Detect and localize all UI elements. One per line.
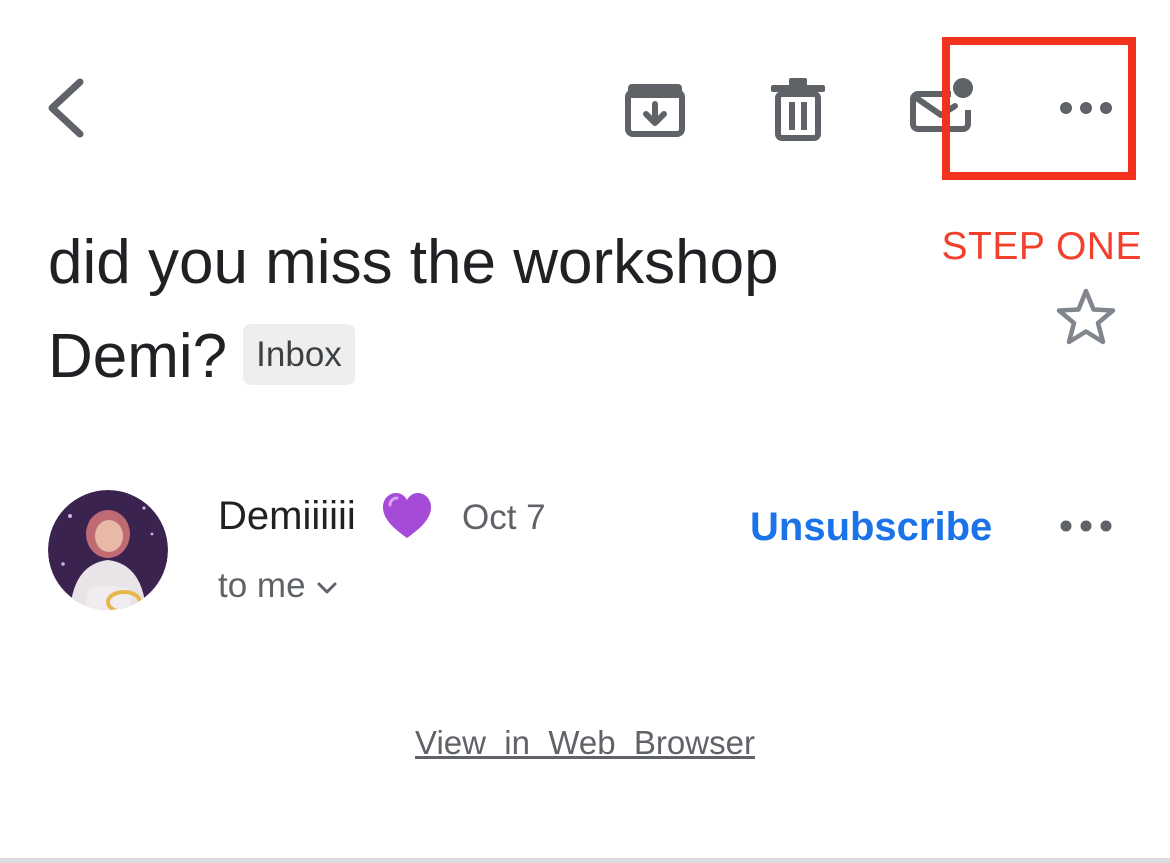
bottom-divider [0,858,1170,863]
recipient-details-toggle[interactable]: to me [218,566,338,606]
archive-button[interactable] [620,74,690,144]
unsubscribe-link[interactable]: Unsubscribe [750,505,992,550]
view-in-browser-text: View in Web Browser [415,724,755,761]
email-date: Oct 7 [462,498,546,537]
delete-button[interactable] [765,74,831,144]
message-more-button[interactable] [1056,510,1116,542]
sender-avatar[interactable] [48,490,168,610]
email-subject: did you miss the workshop Demi? Inbox [48,216,888,404]
step-highlight-box [942,37,1136,180]
back-icon [48,78,84,138]
back-button[interactable] [40,72,96,144]
purple-heart-icon [380,490,434,542]
trash-icon [771,78,825,141]
star-button[interactable] [1054,286,1118,350]
view-in-browser-link[interactable]: View in Web Browser [0,724,1170,762]
step-label: STEP ONE [941,225,1142,268]
archive-icon [625,84,685,137]
subject-text: did you miss the workshop Demi? [48,228,779,391]
star-icon [1056,288,1116,345]
more-options-icon [1060,520,1112,532]
sender-name[interactable]: Demiiiiii [218,494,356,539]
avatar-image [48,490,168,610]
recipient-label: to me [218,566,306,605]
chevron-down-icon [317,582,337,594]
label-badge[interactable]: Inbox [243,324,355,386]
